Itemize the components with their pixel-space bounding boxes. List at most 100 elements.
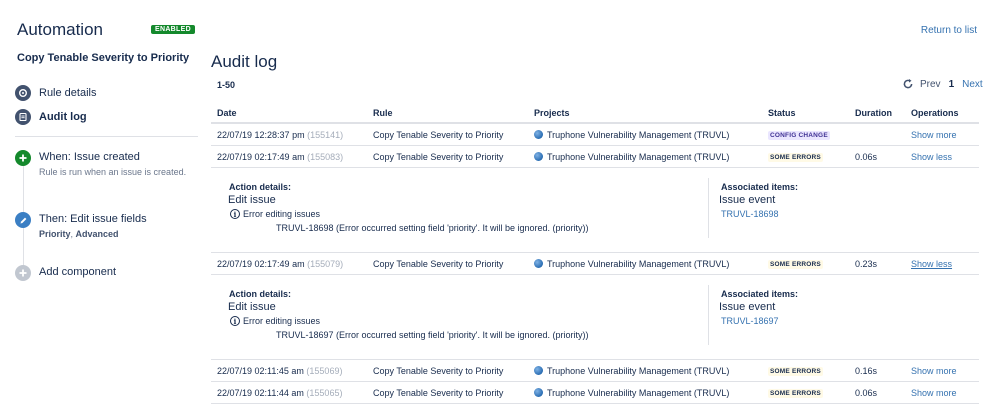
plus-icon (15, 265, 31, 281)
table-row: 22/07/19 12:28:37 pm (155141) Copy Tenab… (211, 124, 979, 146)
project-name: Truphone Vulnerability Management (TRUVL… (547, 130, 730, 140)
column-header-status: Status (768, 108, 796, 118)
project-name: Truphone Vulnerability Management (TRUVL… (547, 366, 730, 376)
pencil-icon (15, 212, 31, 228)
nav-item-audit-log[interactable]: Audit log (15, 108, 87, 126)
issue-link[interactable]: TRUVL-18697 (721, 316, 779, 326)
column-header-duration: Duration (855, 108, 892, 118)
issue-link[interactable]: TRUVL-18698 (721, 209, 779, 219)
details-divider (708, 285, 709, 345)
refresh-icon[interactable] (902, 78, 914, 90)
info-icon: i (230, 316, 240, 326)
nav-label: Audit log (39, 111, 87, 123)
component-title: Add component (39, 266, 117, 278)
error-label: Error editing issues (243, 209, 321, 219)
execution-id: (155141) (307, 130, 344, 140)
table-row: 22/07/19 02:17:49 am (155083) Copy Tenab… (211, 146, 979, 168)
rule-cell: Copy Tenable Severity to Priority (373, 130, 504, 140)
field-advanced: Advanced (75, 229, 119, 239)
nav-label: Rule details (39, 87, 97, 99)
associated-items-title: Associated items: (721, 289, 799, 299)
project-cell: Truphone Vulnerability Management (TRUVL… (534, 366, 729, 376)
rule-cell: Copy Tenable Severity to Priority (373, 388, 504, 398)
enabled-badge[interactable]: ENABLED (151, 25, 195, 34)
component-subtitle: Priority, Advanced (39, 229, 119, 239)
component-subtitle: Rule is run when an issue is created. (39, 167, 187, 177)
project-avatar-icon (534, 130, 543, 139)
show-more-link[interactable]: Show more (911, 130, 957, 140)
show-more-link[interactable]: Show more (911, 388, 957, 398)
execution-id: (155065) (306, 388, 343, 398)
status-badge: SOME ERRORS (768, 260, 823, 269)
execution-id: (155069) (306, 366, 343, 376)
duration-cell: 0.23s (855, 259, 878, 269)
rule-name: Copy Tenable Severity to Priority (17, 52, 190, 64)
status-badge: SOME ERRORS (768, 389, 823, 398)
error-summary: i Error editing issues (230, 316, 320, 326)
column-header-operations: Operations (911, 108, 959, 118)
error-message: TRUVL-18698 (Error occurred setting fiel… (276, 223, 589, 233)
associated-item-type: Issue event (719, 301, 776, 313)
status-badge: CONFIG CHANGE (768, 131, 830, 140)
rule-cell: Copy Tenable Severity to Priority (373, 152, 504, 162)
associated-items-title: Associated items: (721, 182, 799, 192)
table-row: 22/07/19 02:17:49 am (155079) Copy Tenab… (211, 253, 979, 275)
component-title: Then: Edit issue fields (39, 213, 147, 225)
rule-cell: Copy Tenable Severity to Priority (373, 259, 504, 269)
action-details-title: Action details: (229, 289, 292, 299)
next-page-link[interactable]: Next (962, 79, 983, 90)
execution-id: (155079) (307, 259, 344, 269)
app-title: Automation (17, 20, 103, 39)
date-cell: 22/07/19 12:28:37 pm (155141) (217, 130, 343, 140)
column-header-rule: Rule (373, 108, 393, 118)
date-cell: 22/07/19 02:17:49 am (155079) (217, 259, 343, 269)
action-details-title: Action details: (229, 182, 292, 192)
rule-cell: Copy Tenable Severity to Priority (373, 366, 504, 376)
nav-item-rule-details[interactable]: Rule details (15, 84, 96, 102)
date-value: 22/07/19 02:17:49 am (217, 259, 305, 269)
plus-icon (15, 150, 31, 166)
column-header-projects: Projects (534, 108, 570, 118)
show-more-link[interactable]: Show more (911, 366, 957, 376)
project-cell: Truphone Vulnerability Management (TRUVL… (534, 152, 729, 162)
error-message: TRUVL-18697 (Error occurred setting fiel… (276, 330, 589, 340)
settings-icon (15, 85, 31, 101)
date-cell: 22/07/19 02:11:44 am (155065) (217, 388, 342, 398)
pagination: Prev 1 Next (902, 78, 983, 90)
sidebar: Automation ENABLED Copy Tenable Severity… (0, 0, 200, 407)
show-less-link[interactable]: Show less (911, 152, 952, 162)
audit-log-table: Date Rule Projects Status Duration Opera… (211, 102, 979, 404)
component-title: When: Issue created (39, 151, 140, 163)
details-divider (708, 178, 709, 238)
date-value: 22/07/19 02:17:49 am (217, 152, 305, 162)
project-cell: Truphone Vulnerability Management (TRUVL… (534, 388, 729, 398)
date-cell: 22/07/19 02:17:49 am (155083) (217, 152, 343, 162)
prev-page-link[interactable]: Prev (920, 79, 941, 90)
document-icon (15, 109, 31, 125)
project-name: Truphone Vulnerability Management (TRUVL… (547, 259, 730, 269)
project-avatar-icon (534, 152, 543, 161)
execution-details: Action details: Edit issue i Error editin… (211, 168, 979, 253)
execution-details: Action details: Edit issue i Error editin… (211, 275, 979, 360)
project-name: Truphone Vulnerability Management (TRUVL… (547, 152, 730, 162)
action-name: Edit issue (228, 301, 276, 313)
table-row: 22/07/19 02:11:44 am (155065) Copy Tenab… (211, 382, 979, 404)
error-summary: i Error editing issues (230, 209, 320, 219)
execution-id: (155083) (307, 152, 344, 162)
status-badge: SOME ERRORS (768, 367, 823, 376)
return-to-list-link[interactable]: Return to list (921, 25, 977, 36)
duration-cell: 0.06s (855, 152, 878, 162)
project-avatar-icon (534, 366, 543, 375)
status-badge: SOME ERRORS (768, 153, 823, 162)
project-cell: Truphone Vulnerability Management (TRUVL… (534, 259, 729, 269)
page-title: Audit log (211, 52, 278, 71)
info-icon: i (230, 209, 240, 219)
project-name: Truphone Vulnerability Management (TRUVL… (547, 388, 730, 398)
error-label: Error editing issues (243, 316, 321, 326)
action-name: Edit issue (228, 194, 276, 206)
show-less-link[interactable]: Show less (911, 259, 952, 269)
field-priority: Priority (39, 229, 71, 239)
date-value: 22/07/19 02:11:45 am (217, 366, 304, 376)
project-avatar-icon (534, 259, 543, 268)
date-value: 22/07/19 12:28:37 pm (217, 130, 305, 140)
